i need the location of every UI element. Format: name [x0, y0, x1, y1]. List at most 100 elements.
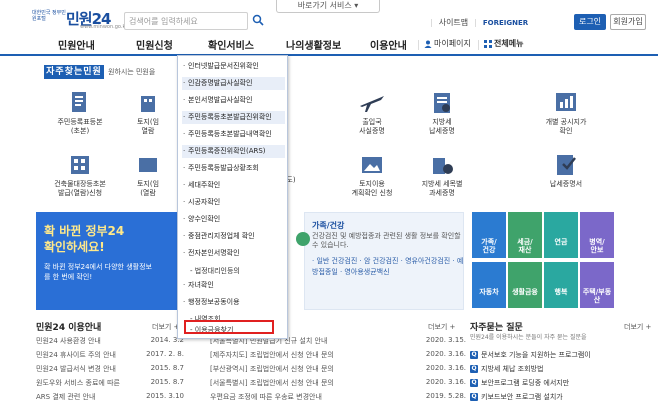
dropdown-item[interactable]: · 주민등록증진위확인(ARS) — [182, 145, 285, 158]
dropdown-item[interactable]: · 세대주확인 — [182, 179, 285, 192]
bullet: · — [183, 147, 186, 155]
faq-row-text: 문서보호 기능을 지원하는 프로그램이 — [481, 351, 591, 359]
notice2-more-link[interactable]: 더보기 + — [428, 322, 455, 332]
building-icon — [71, 156, 89, 174]
search-input[interactable]: 검색어를 입력하세요 — [124, 12, 248, 30]
service-tax-payment-cert[interactable]: 납세증명서 — [536, 152, 596, 189]
notice2-row[interactable]: 우편요금 조정에 따른 우송료 변경안내 2019. 5.28. — [210, 392, 466, 402]
service-land-price[interactable]: 개별 공시지가 확인 — [536, 90, 596, 136]
more-label: 더보기 — [152, 323, 172, 331]
notice2-row[interactable]: [부산광역시] 조립법안에서 신청 안내 문의 2020. 3.16. — [210, 364, 466, 374]
dropdown-item-label: 행정정보공동이용 — [188, 298, 240, 306]
faq-more-link[interactable]: 더보기 + — [624, 322, 651, 332]
service-label: 건축물대장등초본 발급(열람)신청 — [54, 180, 106, 197]
notice-title: 민원24 이용안내 — [36, 323, 102, 333]
tile-label: 생활금융 — [512, 288, 538, 296]
question-icon: Q — [470, 365, 478, 373]
dropdown-item[interactable]: · 본인서명발급사실확인 — [182, 94, 285, 107]
faq-row[interactable]: Q 문서보호 기능을 지원하는 프로그램이 — [470, 350, 650, 360]
dropdown-item[interactable]: · 인감증명발급사실확인 — [182, 77, 285, 90]
dropdown-item[interactable]: · 주민등록등초본발급내역확인 — [182, 128, 285, 141]
bullet: · — [183, 215, 186, 223]
dropdown-item[interactable]: · 중점관리지정업체 확인 — [182, 230, 285, 243]
dropdown-item[interactable]: · 주민등록등발급상황조회 — [182, 162, 285, 175]
service-land-use-plan[interactable]: 토지이용 계획확인 신청 — [342, 152, 402, 198]
notice2-row-date: 2020. 3.16. — [425, 378, 466, 386]
faq-row[interactable]: Q 키보드보안 프로그램 설치가 — [470, 392, 650, 402]
bullet: · — [183, 249, 186, 257]
notice2-row-date: 2020. 3.16. — [425, 350, 466, 358]
mypage-link[interactable]: 마이페이지 — [434, 38, 471, 49]
faq-row[interactable]: Q 지방세 체납 조회방법 — [470, 364, 650, 374]
service-immigration[interactable]: 출입국 사실증명 — [342, 90, 402, 136]
service-land-view[interactable]: 토지(임 (열람 — [118, 152, 178, 198]
frequent-minwon-title: 자주찾는민원 — [44, 65, 104, 79]
tile-happiness[interactable]: 행복 — [544, 262, 578, 308]
gnb-minwon-apply[interactable]: 민원신청 — [136, 37, 173, 52]
dropdown-item[interactable]: · 자녀확인 — [182, 279, 285, 292]
dropdown-item[interactable]: · 양수인확인 — [182, 213, 285, 226]
dropdown-item[interactable]: · 전자본인서명확인 — [182, 247, 285, 260]
service-land-ledger[interactable]: 토지(임 열람 — [118, 90, 178, 136]
banner-headline: 확 바뀐 정부24 — [44, 224, 125, 238]
health-links[interactable]: · 일반 건강검진 · 암 건강검진 · 영유아건강검진 · 예방접종일 · 영… — [312, 256, 468, 278]
dropdown-item[interactable]: · 인터넷발급문서진위확인 — [182, 60, 285, 73]
bullet: · — [183, 281, 186, 289]
document-icon — [72, 92, 86, 112]
dropdown-item[interactable]: · 주민등록등초본발급진위확인 — [182, 111, 285, 124]
site-logo[interactable]: 대한민국 정부민원포털 민원24 www.minwon.go.kr — [32, 8, 127, 32]
service-label: 토지(임 열람 — [136, 118, 160, 135]
tile-car[interactable]: 자동차 — [472, 262, 506, 308]
all-menu-link[interactable]: 전체메뉴 — [494, 38, 523, 49]
notice-row-title: 원도우와 서비스 종료에 따른 — [36, 379, 120, 387]
verify-service-dropdown: · 인터넷발급문서진위확인 · 인감증명발급사실확인 · 본인서명발급사실확인 · 주민… — [177, 55, 288, 339]
service-label: 토지(임 (열람 — [136, 180, 160, 197]
more-label: 더보기 — [428, 323, 448, 331]
dropdown-subitem[interactable]: - 법정대리인등의 — [190, 266, 240, 276]
health-icon — [296, 232, 310, 246]
dropdown-item-label: 인감증명발급사실확인 — [188, 79, 253, 87]
tile-pension[interactable]: 연금 — [544, 212, 578, 258]
category-tiles: 가족/ 건강 세금/ 재산 연금 병역/ 안보 자동차 생활금융 행복 주택/부… — [472, 212, 652, 310]
tile-family-health[interactable]: 가족/ 건강 — [472, 212, 506, 258]
airplane-icon — [360, 96, 384, 112]
sitemap-link[interactable]: 사이트맵 — [439, 17, 468, 28]
bullet: · — [183, 232, 186, 240]
search-icon[interactable] — [252, 14, 264, 26]
faq-row[interactable]: Q 보안프로그램 로딩중 에서지만 — [470, 378, 650, 388]
health-title: 가족/건강 — [312, 221, 345, 230]
tile-finance[interactable]: 생활금융 — [508, 262, 542, 308]
service-resident-registration[interactable]: 주민등록표등본 (초본) — [50, 90, 110, 136]
dropdown-item[interactable]: · 시공자확인 — [182, 196, 285, 209]
shortcut-service-tab[interactable]: 바로가기 서비스 ▾ — [276, 0, 380, 13]
divider: | — [474, 18, 477, 27]
dropdown-item-label: 주민등록등발급상황조회 — [188, 164, 259, 172]
notice-more-link[interactable]: 더보기 + — [152, 322, 179, 332]
dropdown-item-label: 자녀확인 — [188, 281, 214, 289]
faq-row-text: 지방세 체납 조회방법 — [481, 365, 544, 373]
foreigner-link[interactable]: FOREIGNER — [483, 19, 528, 27]
gnb-verify-service[interactable]: 확인서비스 — [208, 37, 254, 52]
service-building-ledger[interactable]: 건축물대장등초본 발급(열람)신청 — [50, 152, 110, 198]
tile-housing[interactable]: 주택/부동산 — [580, 262, 614, 308]
service-local-tax-item[interactable]: 지방세 세목별 과세증명 — [412, 152, 472, 198]
gnb-my-life-info[interactable]: 나의생활정보 — [286, 37, 341, 52]
gnb-minwon-info[interactable]: 민원안내 — [58, 37, 95, 52]
notice2-row-title: [부산광역시] 조립법안에서 신청 안내 문의 — [210, 365, 334, 373]
login-button[interactable]: 로그인 — [574, 14, 606, 30]
divider — [418, 40, 419, 50]
gnb-usage-guide[interactable]: 이용안내 — [370, 37, 407, 52]
notice-row-title: 민원24 발급서식 변경 안내 — [36, 365, 116, 373]
notice2-row[interactable]: [서울특별시] 조립법안에서 신청 안내 문의 2020. 3.16. — [210, 378, 466, 388]
tile-military[interactable]: 병역/ 안보 — [580, 212, 614, 258]
service-label: 지방세 세목별 과세증명 — [421, 180, 463, 197]
notice2-row-title: [서울특별시] 조립법안에서 신청 안내 문의 — [210, 379, 334, 387]
join-button[interactable]: 회원가입 — [610, 14, 646, 30]
dropdown-item-label: 전자본인서명확인 — [188, 249, 240, 257]
dropdown-item[interactable]: · 행정정보공동이용 — [182, 296, 285, 309]
tile-label: 세금/ 재산 — [517, 238, 533, 254]
notice2-row[interactable]: [제주자치도] 조립법안에서 신청 안내 문의 2020. 3.16. — [210, 350, 466, 360]
service-label: 납세증명서 — [549, 180, 583, 188]
tile-tax-property[interactable]: 세금/ 재산 — [508, 212, 542, 258]
service-local-tax-cert[interactable]: 지방세 납세증명 — [412, 90, 472, 136]
